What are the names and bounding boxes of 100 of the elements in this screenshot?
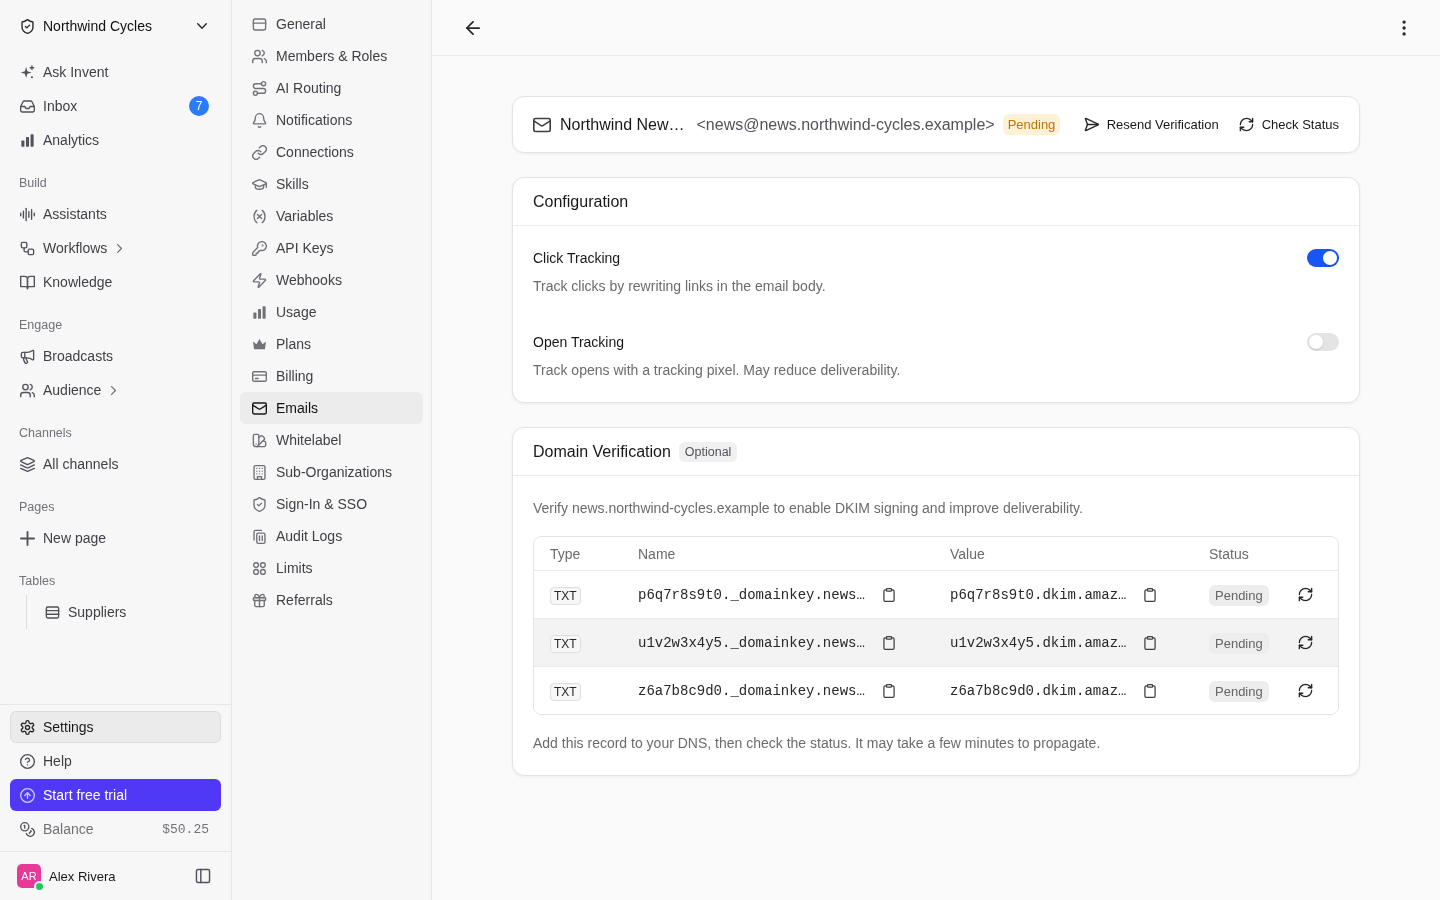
record-name: z6a7b8c9d0._domainkey.news… (638, 682, 865, 699)
check-status-button[interactable]: Check Status (1238, 117, 1339, 132)
archive-box-icon (252, 16, 267, 32)
settings-nav-item[interactable]: Referrals (240, 584, 423, 616)
shield-check-icon (20, 18, 35, 34)
column-header: Name (638, 545, 677, 562)
megaphone-icon (20, 348, 35, 364)
refresh-icon[interactable] (1297, 635, 1313, 650)
table-icon (45, 604, 60, 620)
nav-item[interactable]: Broadcasts (10, 339, 221, 373)
setting-label: Click Tracking (533, 249, 622, 268)
nav-item[interactable]: New page (10, 521, 221, 555)
nav-item[interactable]: Analytics (10, 123, 221, 157)
toggle-switch[interactable] (1307, 333, 1339, 351)
workspace-switcher[interactable]: Northwind Cycles (10, 8, 221, 44)
clipboard-icon[interactable] (1143, 635, 1158, 650)
envelope-icon (252, 400, 267, 416)
record-type-tag: TXT (550, 682, 581, 701)
settings-nav-item[interactable]: Webhooks (240, 264, 423, 296)
toggle-switch[interactable] (1307, 249, 1339, 267)
count-badge: 7 (189, 96, 209, 116)
settings-nav-item[interactable]: Skills (240, 168, 423, 200)
resend-verification-button[interactable]: Resend Verification (1083, 117, 1219, 132)
plus-icon (20, 530, 35, 546)
setting-description: Track clicks by rewriting links in the email body. (533, 277, 826, 296)
settings-nav-item[interactable]: Members & Roles (240, 40, 423, 72)
shield-check-icon (252, 496, 267, 512)
card-title: Domain Verification (533, 442, 671, 461)
nav-item[interactable]: Assistants (10, 197, 221, 231)
settings-nav-item[interactable]: Sign-In & SSO (240, 488, 423, 520)
status-badge: Pending (1209, 584, 1269, 606)
clipboard-icon[interactable] (1143, 587, 1158, 602)
clipboard-icon[interactable] (881, 587, 896, 602)
setting-description: Track opens with a tracking pixel. May reduce deliverability. (533, 361, 901, 380)
nav-item[interactable]: Suppliers (35, 595, 221, 629)
sidebar-panel-icon[interactable] (195, 868, 211, 884)
nav-item[interactable]: Knowledge (10, 265, 221, 299)
column-header: Value (950, 545, 986, 562)
workflow-icon (20, 240, 35, 256)
settings-nav-item[interactable]: API Keys (240, 232, 423, 264)
lightning-icon (252, 272, 267, 288)
variable-icon (252, 208, 267, 224)
inbox-tray-icon (20, 98, 35, 114)
envelope-icon (533, 115, 551, 134)
clipboard-icon[interactable] (881, 635, 896, 650)
coins-icon (20, 821, 35, 837)
record-name: u1v2w3x4y5._domainkey.news… (638, 634, 865, 651)
section-label: Channels (18, 425, 73, 442)
section-label: Engage (18, 317, 64, 334)
sound-wave-icon (20, 206, 35, 222)
section-label: Pages (18, 499, 56, 516)
start-trial-button[interactable]: Start free trial (10, 779, 221, 811)
clipboard-icon[interactable] (881, 683, 896, 698)
column-header: Status (1209, 545, 1250, 562)
bell-icon (252, 112, 267, 128)
settings-nav-item[interactable]: Variables (240, 200, 423, 232)
record-type-tag: TXT (550, 634, 581, 653)
section-label: Build (18, 175, 48, 192)
nav-item[interactable]: Inbox 7 (10, 89, 221, 123)
user-name: Alex Rivera (49, 868, 116, 884)
nav-item[interactable]: Ask Invent (10, 55, 221, 89)
files-icon (252, 528, 267, 544)
credit-card-icon (252, 368, 267, 384)
settings-nav-item[interactable]: Limits (240, 552, 423, 584)
settings-nav-item[interactable]: Audit Logs (240, 520, 423, 552)
settings-nav-item[interactable]: Emails (240, 392, 423, 424)
record-value: z6a7b8c9d0.dkim.amaz… (950, 682, 1127, 699)
help-icon (20, 753, 35, 769)
status-badge: Pending (1209, 632, 1269, 654)
graduation-cap-icon (252, 176, 267, 192)
settings-nav-item[interactable]: Plans (240, 328, 423, 360)
key-icon (252, 240, 267, 256)
settings-nav-item[interactable]: Usage (240, 296, 423, 328)
nav-item[interactable]: Settings (10, 711, 221, 743)
settings-nav-item[interactable]: General (240, 8, 423, 40)
nav-item[interactable]: Help (10, 745, 221, 777)
settings-nav-item[interactable]: AI Routing (240, 72, 423, 104)
clipboard-icon[interactable] (1143, 683, 1158, 698)
nav-item[interactable]: All channels (10, 447, 221, 481)
optional-badge: Optional (678, 441, 738, 462)
settings-nav-item[interactable]: Whitelabel (240, 424, 423, 456)
bar-chart-icon (20, 132, 35, 148)
status-badge: Pending (1209, 680, 1269, 702)
nav-item[interactable]: Workflows (10, 231, 221, 265)
refresh-icon[interactable] (1297, 587, 1313, 602)
help-note: Add this record to your DNS, then check the status. It may take a few minutes to propagate. (533, 734, 1102, 753)
card-description: Verify news.northwind-cycles.example to enable DKIM signing and improve deliverability. (533, 499, 1084, 518)
people-icon (252, 48, 267, 64)
bar-chart-icon (252, 304, 267, 320)
nav-item[interactable]: Audience (10, 373, 221, 407)
four-circles-icon (252, 560, 267, 576)
settings-nav-item[interactable]: Sub-Organizations (240, 456, 423, 488)
settings-nav-item[interactable]: Billing (240, 360, 423, 392)
sender-address: <news@news.northwind-cycles.example> (696, 115, 995, 134)
settings-nav-item[interactable]: Notifications (240, 104, 423, 136)
more-options-icon[interactable] (1401, 19, 1406, 36)
settings-icon (20, 719, 35, 735)
refresh-icon[interactable] (1297, 683, 1313, 698)
send-icon (1083, 117, 1099, 132)
settings-nav-item[interactable]: Connections (240, 136, 423, 168)
